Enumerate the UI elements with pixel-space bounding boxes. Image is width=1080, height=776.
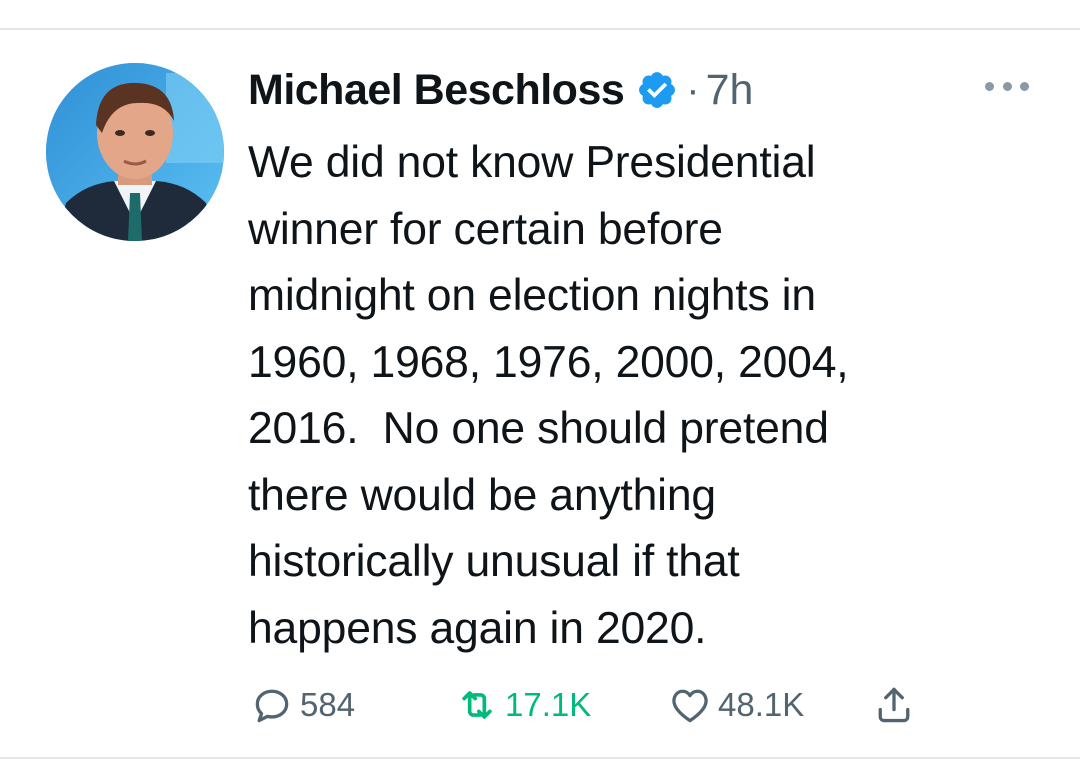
avatar[interactable] bbox=[46, 63, 224, 241]
more-horizontal-icon[interactable] bbox=[985, 78, 1029, 94]
tweet-text-line: winner for certain before bbox=[248, 204, 723, 254]
tweet-text-line: happens again in 2020. bbox=[248, 603, 707, 653]
retweet-icon bbox=[455, 683, 499, 727]
retweet-button[interactable]: 17.1K bbox=[455, 680, 591, 730]
separator-dot: · bbox=[686, 67, 700, 112]
share-icon bbox=[872, 683, 916, 727]
retweet-count: 17.1K bbox=[505, 686, 592, 723]
tweet-text: We did not know Presidential winner for … bbox=[248, 130, 1048, 662]
reply-icon bbox=[250, 683, 294, 727]
tweet-text-line: 1960, 1968, 1976, 2000, 2004, bbox=[248, 337, 849, 387]
tweet-text-line: We did not know Presidential bbox=[248, 138, 816, 187]
reply-count: 584 bbox=[300, 686, 356, 723]
share-button[interactable] bbox=[872, 680, 916, 730]
like-count: 48.1K bbox=[718, 686, 805, 723]
tweet-text-line: there would be anything bbox=[248, 470, 716, 520]
reply-button[interactable]: 584 bbox=[250, 680, 355, 730]
tweet-header: Michael Beschloss · 7h bbox=[248, 60, 753, 120]
verified-badge-icon bbox=[636, 69, 678, 111]
timestamp[interactable]: 7h bbox=[706, 66, 754, 115]
like-button[interactable]: 48.1K bbox=[668, 680, 804, 730]
avatar-image bbox=[46, 63, 224, 241]
tweet-actions: 584 17.1K 48.1K bbox=[0, 680, 1080, 730]
author-name[interactable]: Michael Beschloss bbox=[248, 66, 625, 115]
tweet-text-line: 2016. No one should pretend bbox=[248, 404, 829, 453]
tweet-text-line: midnight on election nights in bbox=[248, 271, 816, 320]
bottom-divider bbox=[0, 757, 1080, 759]
tweet-text-line: historically unusual if that bbox=[248, 537, 740, 586]
heart-icon bbox=[668, 683, 712, 727]
